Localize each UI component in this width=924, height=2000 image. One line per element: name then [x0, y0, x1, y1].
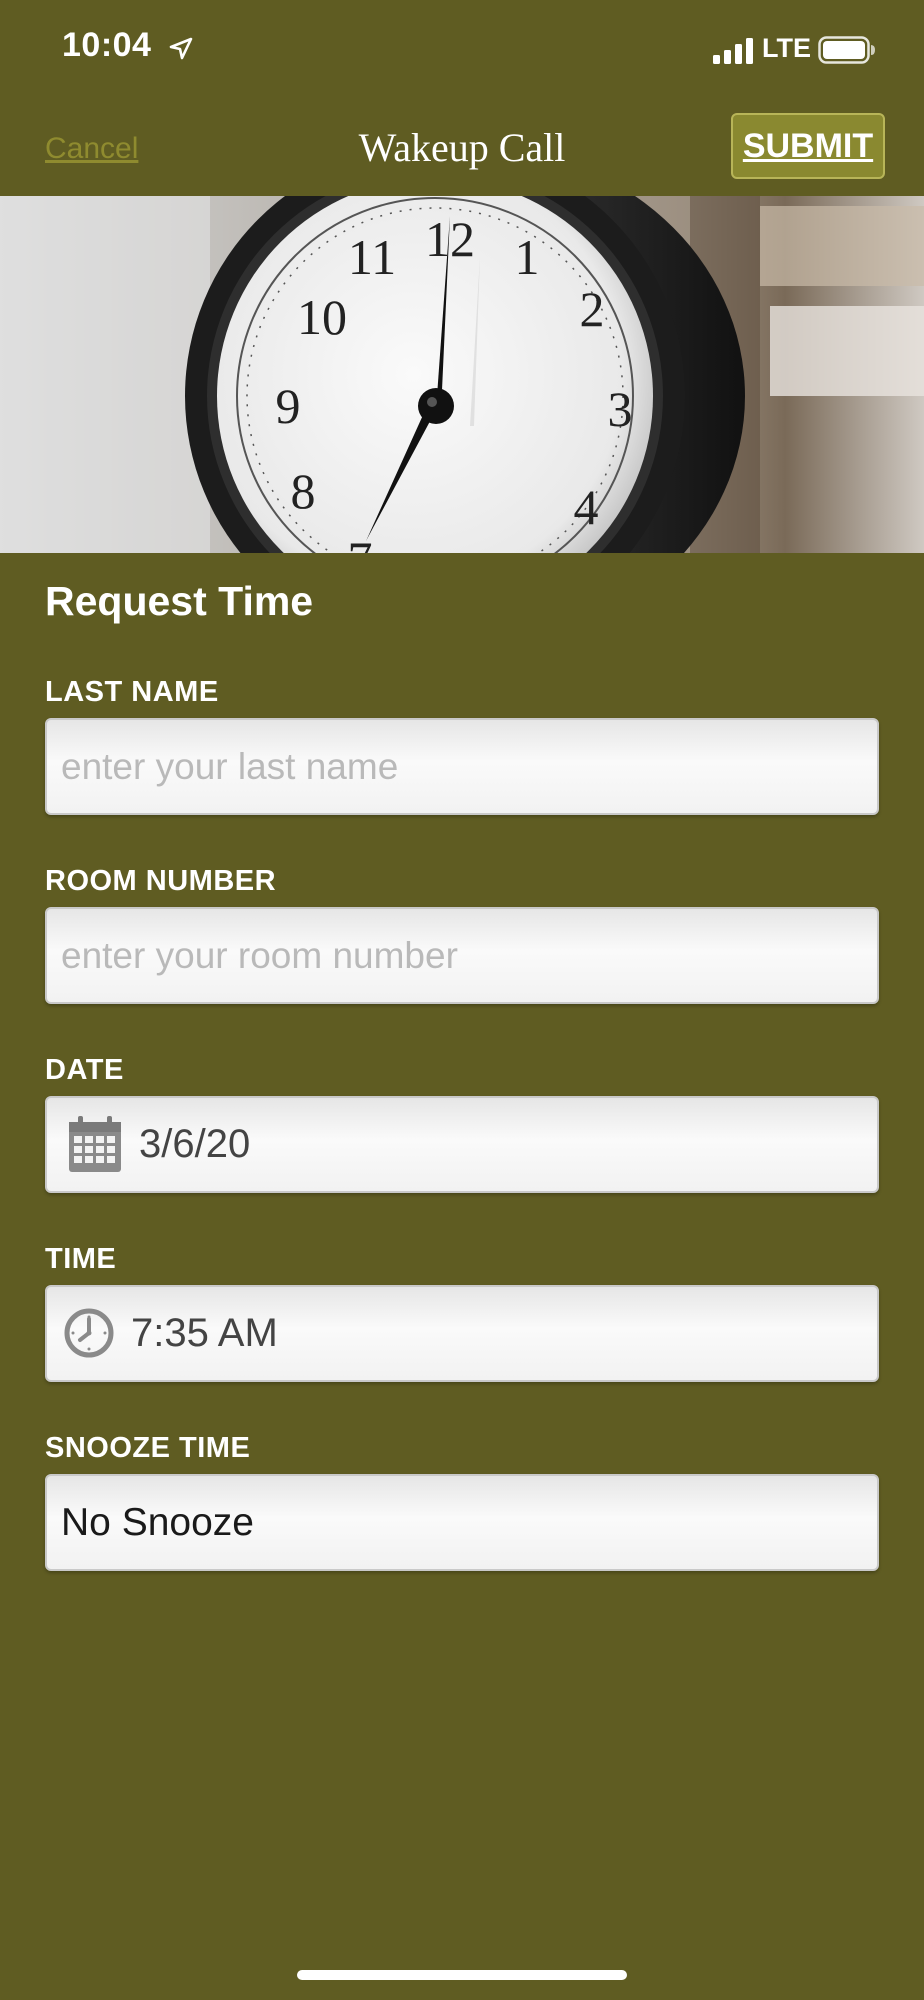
- time-picker-field[interactable]: 7:35 AM: [45, 1285, 879, 1382]
- time-value: 7:35 AM: [131, 1311, 278, 1355]
- dial-number: 3: [608, 381, 633, 437]
- last-name-label: LAST NAME: [45, 676, 219, 708]
- dial-number: 1: [515, 229, 540, 285]
- room-number-input[interactable]: [61, 909, 861, 1002]
- calendar-icon: [69, 1116, 121, 1172]
- dial-number: 12: [425, 211, 475, 267]
- cellular-signal-icon: [713, 38, 753, 64]
- dial-number: 11: [348, 229, 396, 285]
- time-label: TIME: [45, 1243, 117, 1275]
- status-time: 10:04: [62, 26, 152, 64]
- last-name-input[interactable]: [61, 720, 861, 813]
- hero-image: 12 1 2 3 4 7 8 9 10 11: [0, 196, 924, 553]
- location-arrow-icon: [169, 37, 193, 60]
- submit-button[interactable]: SUBMIT: [731, 113, 885, 179]
- section-title: Request Time: [45, 578, 314, 624]
- dial-number: 10: [297, 289, 347, 345]
- room-number-label: ROOM NUMBER: [45, 865, 277, 897]
- status-bar: 10:04 LTE: [0, 0, 924, 100]
- snooze-time-select[interactable]: No Snooze: [45, 1474, 879, 1571]
- nav-bar: Cancel Wakeup Call SUBMIT: [0, 100, 924, 196]
- alarm-clock-photo: 12 1 2 3 4 7 8 9 10 11: [0, 196, 924, 553]
- dial-number: 2: [580, 281, 605, 337]
- date-value: 3/6/20: [139, 1122, 251, 1166]
- dial-number: 9: [276, 378, 301, 434]
- snooze-value: No Snooze: [61, 1501, 254, 1544]
- date-label: DATE: [45, 1054, 124, 1086]
- home-indicator: [297, 1970, 627, 1980]
- snooze-time-label: SNOOZE TIME: [45, 1432, 251, 1464]
- battery-icon: [818, 36, 875, 64]
- dial-number: 4: [574, 479, 599, 535]
- network-type: LTE: [762, 33, 811, 63]
- clock-icon: [64, 1308, 114, 1358]
- dial-number: 8: [291, 463, 316, 519]
- dial-number: 7: [348, 531, 373, 553]
- room-number-field-box: [45, 907, 879, 1004]
- last-name-field-box: [45, 718, 879, 815]
- date-picker-field[interactable]: 3/6/20: [45, 1096, 879, 1193]
